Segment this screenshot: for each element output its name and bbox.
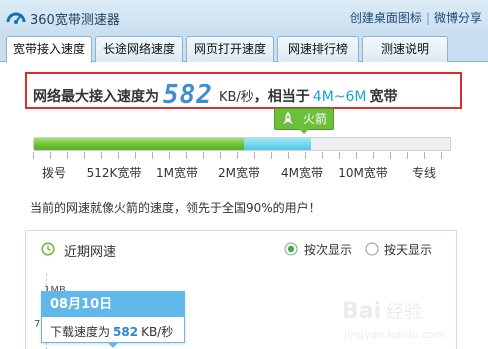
tooltip-body: 下载速度为 582 KB/秒 (50, 323, 173, 340)
rocket-icon (283, 112, 293, 124)
scale-label-512k: 512K宽带 (86, 166, 142, 180)
scale-label-4m: 4M宽带 (281, 166, 323, 180)
link-separator: | (425, 11, 430, 25)
scale-label-dialup: 拨号 (41, 166, 67, 180)
speed-bar-highlight (244, 138, 311, 150)
speed-result-box: 网络最大接入速度为 582 KB/秒，相当于 4M~6M 宽带 (25, 72, 462, 110)
weibo-share-link[interactable]: 微博分享 (434, 11, 482, 25)
tick-mark (305, 152, 306, 159)
tick-mark (288, 152, 289, 159)
speed-tooltip: 08月10日 下载速度为 582 KB/秒 (41, 291, 185, 348)
tick-mark (203, 152, 204, 159)
tick-mark (356, 152, 357, 159)
tab-web-open-speed[interactable]: 网页打开速度 (186, 36, 274, 62)
svg-text:jingyan.baidu.com: jingyan.baidu.com (343, 328, 446, 341)
speed-bar-fill (34, 138, 245, 150)
tick-mark (407, 152, 408, 159)
speed-result-line: 网络最大接入速度为 582 KB/秒，相当于 4M~6M 宽带 (33, 78, 398, 110)
app-title: 360宽带测速器 (30, 13, 120, 28)
tick-mark (118, 152, 119, 159)
scale-label-2m: 2M宽带 (218, 166, 260, 180)
tick-mark (237, 152, 238, 159)
title-bar: 360宽带测速器 创建桌面图标 | 微博分享 (0, 0, 488, 34)
scale-label-10m: 10M宽带 (338, 166, 388, 180)
tick-mark (152, 152, 153, 159)
speed-middle: ，相当于 (253, 89, 310, 105)
tick-mark (135, 152, 136, 159)
title-links: 创建桌面图标 | 微博分享 (350, 9, 482, 26)
tab-long-distance-speed[interactable]: 长途网络速度 (95, 36, 183, 62)
tick-mark (169, 152, 170, 159)
tick-mark (390, 152, 391, 159)
tooltip-pointer (108, 343, 118, 348)
watermark-image: Bai 经验 jingyan.baidu.com (342, 299, 446, 341)
tick-mark (33, 152, 34, 159)
tick-mark (322, 152, 323, 159)
radio-label-by-day[interactable]: 按天显示 (384, 241, 432, 258)
tooltip-value: 582 (113, 325, 139, 339)
scale-label-dedicated: 专线 (411, 166, 437, 180)
clock-icon (41, 242, 55, 256)
radio-by-day[interactable] (365, 242, 379, 256)
comparison-text: 当前的网速就像火箭的速度，领先于全国90%的用户！ (30, 201, 321, 215)
tab-bar: 宽带接入速度 长途网络速度 网页打开速度 网速排行榜 测速说明 (0, 34, 488, 63)
tick-mark (84, 152, 85, 159)
speed-prefix: 网络最大接入速度为 (33, 89, 159, 105)
tick-mark (373, 152, 374, 159)
speed-suffix: 宽带 (369, 89, 398, 105)
rocket-label: 火箭 (303, 112, 328, 126)
speed-equivalent: 4M~6M (312, 89, 367, 105)
tick-mark (101, 152, 102, 159)
tick-mark (254, 152, 255, 159)
svg-text:Bai: Bai (342, 299, 381, 324)
tick-mark (441, 152, 442, 159)
scale-label-1m: 1M宽带 (156, 166, 198, 180)
tooltip-prefix: 下载速度为 (50, 325, 111, 339)
tooltip-date: 08月10日 (42, 292, 184, 317)
tick-mark (186, 152, 187, 159)
speed-unit: KB/秒 (218, 90, 254, 105)
rocket-badge: 火箭 (274, 108, 334, 134)
create-desktop-icon-link[interactable]: 创建桌面图标 (350, 11, 422, 25)
svg-text:经验: 经验 (386, 302, 422, 323)
tick-mark (220, 152, 221, 159)
tick-mark (67, 152, 68, 159)
tooltip-unit: KB/秒 (141, 325, 174, 339)
tab-broadband-access-speed[interactable]: 宽带接入速度 (6, 36, 92, 63)
speed-value: 582 (163, 80, 213, 110)
radio-by-count[interactable] (284, 242, 298, 256)
app-logo-icon (6, 12, 26, 24)
rocket-badge-pointer (299, 129, 309, 134)
tick-mark (424, 152, 425, 159)
history-title: 近期网速 (64, 245, 117, 260)
speed-bar (33, 137, 451, 151)
tick-mark (50, 152, 51, 159)
tick-mark (271, 152, 272, 159)
tab-speed-explanation[interactable]: 测速说明 (362, 36, 448, 62)
speed-bar-ticks (33, 152, 451, 162)
tick-mark (339, 152, 340, 159)
radio-label-by-count[interactable]: 按次显示 (304, 241, 352, 258)
tab-speed-ranking[interactable]: 网速排行榜 (277, 36, 359, 62)
